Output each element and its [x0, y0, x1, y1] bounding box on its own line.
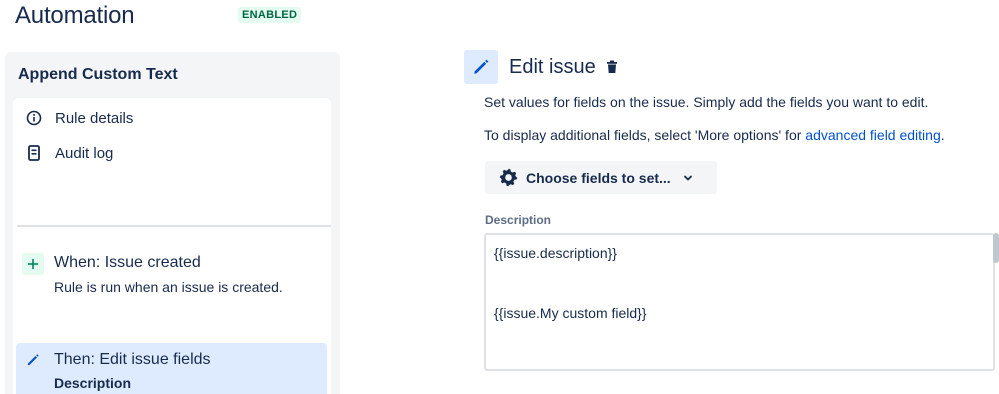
scrollbar[interactable] — [993, 233, 999, 263]
help-text-prefix: To display additional fields, select 'Mo… — [484, 127, 806, 143]
rule-sidebar: Append Custom Text Rule details Audit lo… — [5, 52, 340, 394]
gear-icon — [499, 168, 518, 187]
description-field-label: Description — [485, 213, 552, 227]
choose-fields-label: Choose fields to set... — [526, 169, 671, 186]
advanced-field-editing-link[interactable]: advanced field editing — [805, 127, 940, 143]
help-text-suffix: . — [940, 127, 945, 143]
editor-title: Edit issue — [509, 55, 596, 78]
help-text-2: To display additional fields, select 'Mo… — [484, 127, 945, 143]
nav-rule-details[interactable]: Rule details — [25, 109, 133, 127]
chevron-down-icon — [683, 173, 693, 183]
rule-name: Append Custom Text — [18, 66, 178, 83]
trigger-component[interactable]: When: Issue created Rule is run when an … — [16, 247, 327, 307]
pencil-icon — [22, 349, 44, 371]
plus-icon — [22, 253, 44, 275]
page-title: Automation — [15, 2, 135, 29]
trigger-description: Rule is run when an issue is created. — [54, 279, 283, 295]
status-badge: ENABLED — [238, 7, 302, 23]
help-text-1: Set values for fields on the issue. Simp… — [484, 94, 929, 110]
info-icon — [25, 109, 43, 127]
trigger-title: When: Issue created — [54, 254, 201, 271]
description-field[interactable]: {{issue.description}} {{issue.My custom … — [484, 233, 995, 371]
choose-fields-button[interactable]: Choose fields to set... — [485, 161, 717, 194]
trash-icon[interactable] — [606, 60, 618, 74]
action-title: Then: Edit issue fields — [54, 351, 211, 368]
action-description: Description — [54, 375, 132, 391]
nav-label: Audit log — [55, 144, 114, 162]
document-icon — [25, 144, 43, 162]
nav-audit-log[interactable]: Audit log — [25, 144, 113, 162]
pencil-icon — [464, 50, 498, 84]
rule-components-panel: Rule details Audit log When: Issue creat… — [13, 98, 331, 394]
divider — [17, 225, 331, 227]
nav-label: Rule details — [55, 109, 134, 127]
editor-header: Edit issue — [464, 50, 618, 84]
action-component[interactable]: Then: Edit issue fields Description — [16, 343, 327, 394]
